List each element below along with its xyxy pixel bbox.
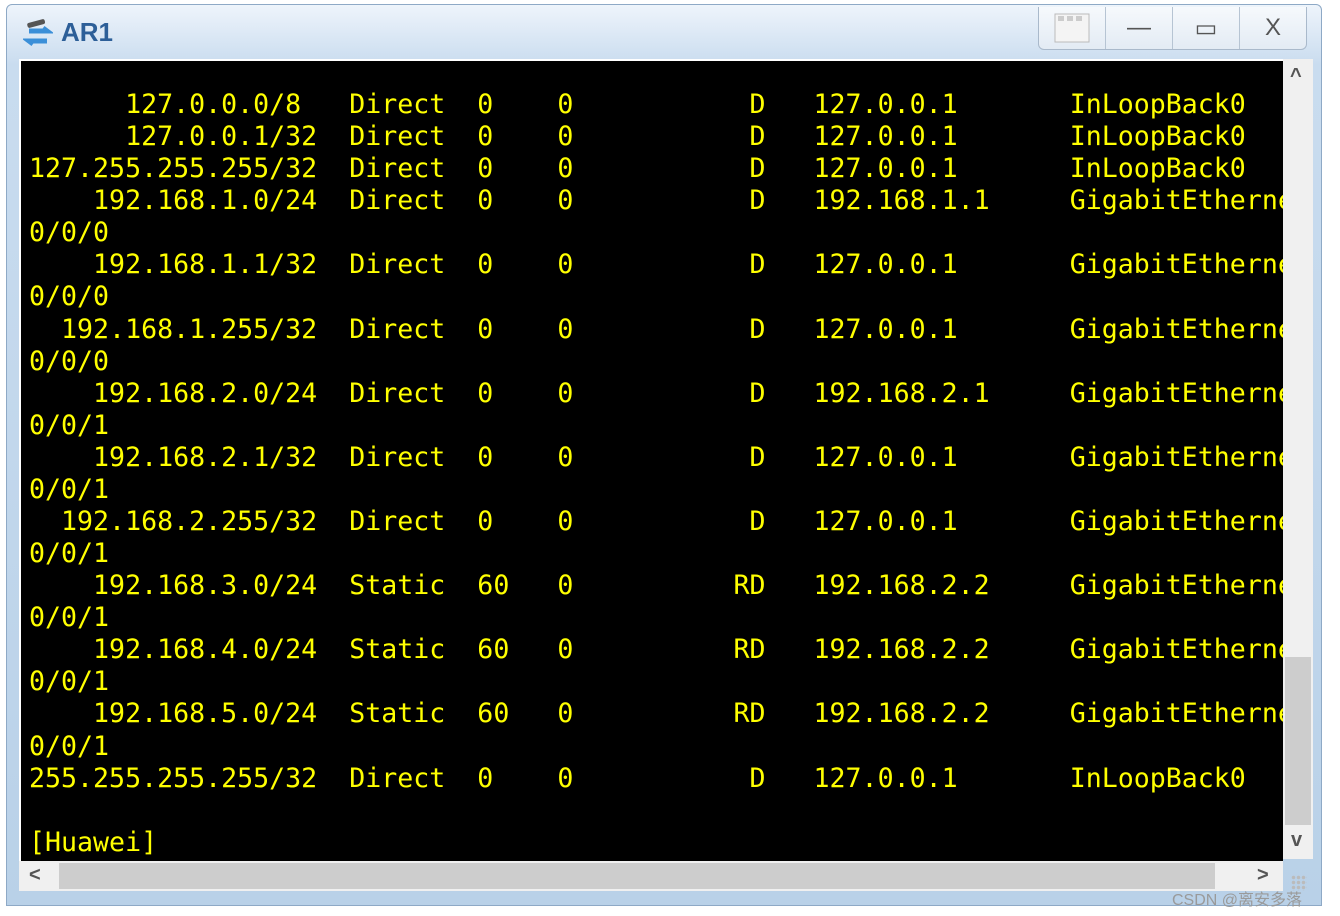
horizontal-scroll-thumb[interactable] [59,863,1215,889]
terminal-line: 192.168.2.255/32 Direct 0 0 D 127.0.0.1 … [29,506,1283,538]
terminal-line: 192.168.1.1/32 Direct 0 0 D 127.0.0.1 Gi… [29,249,1283,281]
scroll-right-icon[interactable]: > [1257,864,1269,887]
terminal-line: 192.168.2.1/32 Direct 0 0 D 127.0.0.1 Gi… [29,441,1283,473]
title-bar[interactable]: AR1 — ▭ X [7,5,1321,59]
layout-icon [1054,13,1090,43]
window-title: AR1 [61,17,114,47]
terminal-line: 127.255.255.255/32 Direct 0 0 D 127.0.0.… [29,153,1246,185]
router-app-icon [23,19,53,46]
terminal-line: 192.168.1.0/24 Direct 0 0 D 192.168.1.1 … [29,185,1283,217]
vertical-scrollbar[interactable]: ^ v [1283,59,1313,859]
terminal-line: 127.0.0.0/8 Direct 0 0 D 127.0.0.1 InLoo… [29,89,1246,120]
terminal-line: 0/0/1 [29,473,110,505]
terminal-line: 192.168.5.0/24 Static 60 0 RD 192.168.2.… [29,698,1283,730]
terminal-line: 192.168.3.0/24 Static 60 0 RD 192.168.2.… [29,570,1283,602]
terminal-output[interactable]: 127.0.0.0/8 Direct 0 0 D 127.0.0.1 InLoo… [19,59,1283,861]
scroll-left-icon[interactable]: < [29,864,41,887]
terminal-lines: 127.0.0.0/8 Direct 0 0 D 127.0.0.1 InLoo… [29,89,1283,859]
terminal-line: 255.255.255.255/32 Direct 0 0 D 127.0.0.… [29,762,1246,794]
terminal-line: 0/0/1 [29,730,110,762]
terminal-line: 192.168.1.255/32 Direct 0 0 D 127.0.0.1 … [29,313,1283,345]
terminal-line: 0/0/1 [29,409,110,441]
window-controls: — ▭ X [1038,7,1307,50]
close-button[interactable]: X [1239,7,1306,49]
scroll-up-icon[interactable]: ^ [1290,65,1302,88]
horizontal-scrollbar[interactable]: < > [19,861,1283,891]
scroll-down-icon[interactable]: v [1291,829,1302,852]
terminal-line: 0/0/1 [29,666,110,698]
terminal-line: 0/0/0 [29,217,110,249]
maximize-button[interactable]: ▭ [1172,7,1239,49]
layout-button[interactable] [1039,7,1105,49]
minimize-button[interactable]: — [1105,7,1172,49]
watermark: CSDN @离安多落 [1172,892,1303,909]
terminal-line: 127.0.0.1/32 Direct 0 0 D 127.0.0.1 InLo… [29,121,1246,153]
terminal-line: 192.168.4.0/24 Static 60 0 RD 192.168.2.… [29,634,1283,666]
terminal-line: 0/0/0 [29,281,110,313]
vertical-scroll-thumb[interactable] [1285,657,1311,825]
terminal-line: 0/0/1 [29,538,110,570]
terminal-window: AR1 — ▭ X 127.0.0.0/8 Direct 0 0 D 127.0… [6,4,1322,906]
terminal-line: [Huawei] [29,826,158,858]
terminal-line: 0/0/0 [29,345,110,377]
terminal-line: 192.168.2.0/24 Direct 0 0 D 192.168.2.1 … [29,377,1283,409]
terminal-line: 0/0/1 [29,602,110,634]
